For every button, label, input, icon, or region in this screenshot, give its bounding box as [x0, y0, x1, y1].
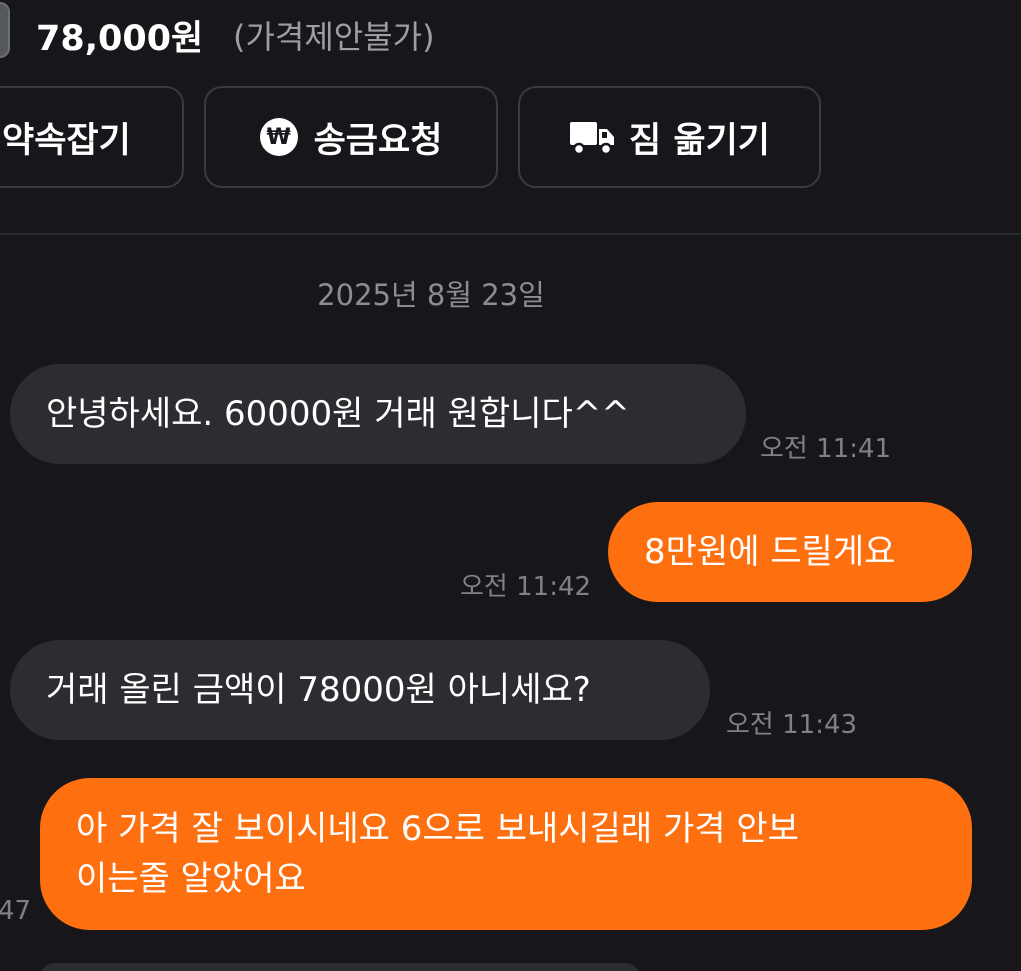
- chat-date-separator: 2025년 8월 23일: [317, 278, 545, 312]
- make-appointment-button[interactable]: 약속잡기: [0, 86, 184, 188]
- request-payment-button[interactable]: ₩ 송금요청: [204, 86, 498, 188]
- message-text: 8만원에 드릴게요: [644, 532, 896, 572]
- outgoing-message-bubble[interactable]: 아 가격 잘 보이시네요 6으로 보내시길래 가격 안보 이는줄 알았어요: [40, 778, 972, 930]
- outgoing-message-bubble[interactable]: 8만원에 드릴게요: [608, 502, 972, 602]
- make-appointment-label: 약속잡기: [2, 120, 131, 161]
- header-divider: [0, 233, 1021, 235]
- message-text: 안녕하세요. 60000원 거래 원합니다^^: [46, 394, 630, 434]
- truck-icon: [570, 122, 614, 156]
- message-time: 오전 11:43: [726, 710, 858, 740]
- request-payment-label: 송금요청: [313, 120, 443, 161]
- product-price: 78,000원: [36, 19, 204, 59]
- won-icon: ₩: [259, 118, 298, 156]
- incoming-message-bubble[interactable]: 안녕하세요. 60000원 거래 원합니다^^: [10, 364, 746, 464]
- message-time: 오전 11:42: [460, 572, 592, 602]
- message-text-line: 아 가격 잘 보이시네요 6으로 보내시길래 가격 안보: [76, 809, 799, 849]
- product-thumbnail[interactable]: [0, 2, 10, 58]
- message-text: 거래 올린 금액이 78000원 아니세요?: [46, 670, 591, 710]
- message-text: 아 가격 잘 보이시네요 6으로 보내시길래 가격 안보 이는줄 알았어요: [76, 804, 799, 904]
- message-time: 47: [0, 896, 32, 926]
- incoming-message-bubble-partial: [40, 963, 640, 971]
- message-text-line: 이는줄 알았어요: [76, 859, 306, 899]
- moving-service-button[interactable]: 짐 옮기기: [518, 86, 821, 188]
- message-time: 오전 11:41: [760, 434, 892, 464]
- moving-service-label: 짐 옮기기: [629, 120, 770, 161]
- price-negotiation-note: (가격제안불가): [233, 18, 435, 56]
- chat-screen: 78,000원 (가격제안불가) 약속잡기 ₩ 송금요청 짐 옮기기 2025년…: [0, 0, 1021, 971]
- incoming-message-bubble[interactable]: 거래 올린 금액이 78000원 아니세요?: [10, 640, 710, 740]
